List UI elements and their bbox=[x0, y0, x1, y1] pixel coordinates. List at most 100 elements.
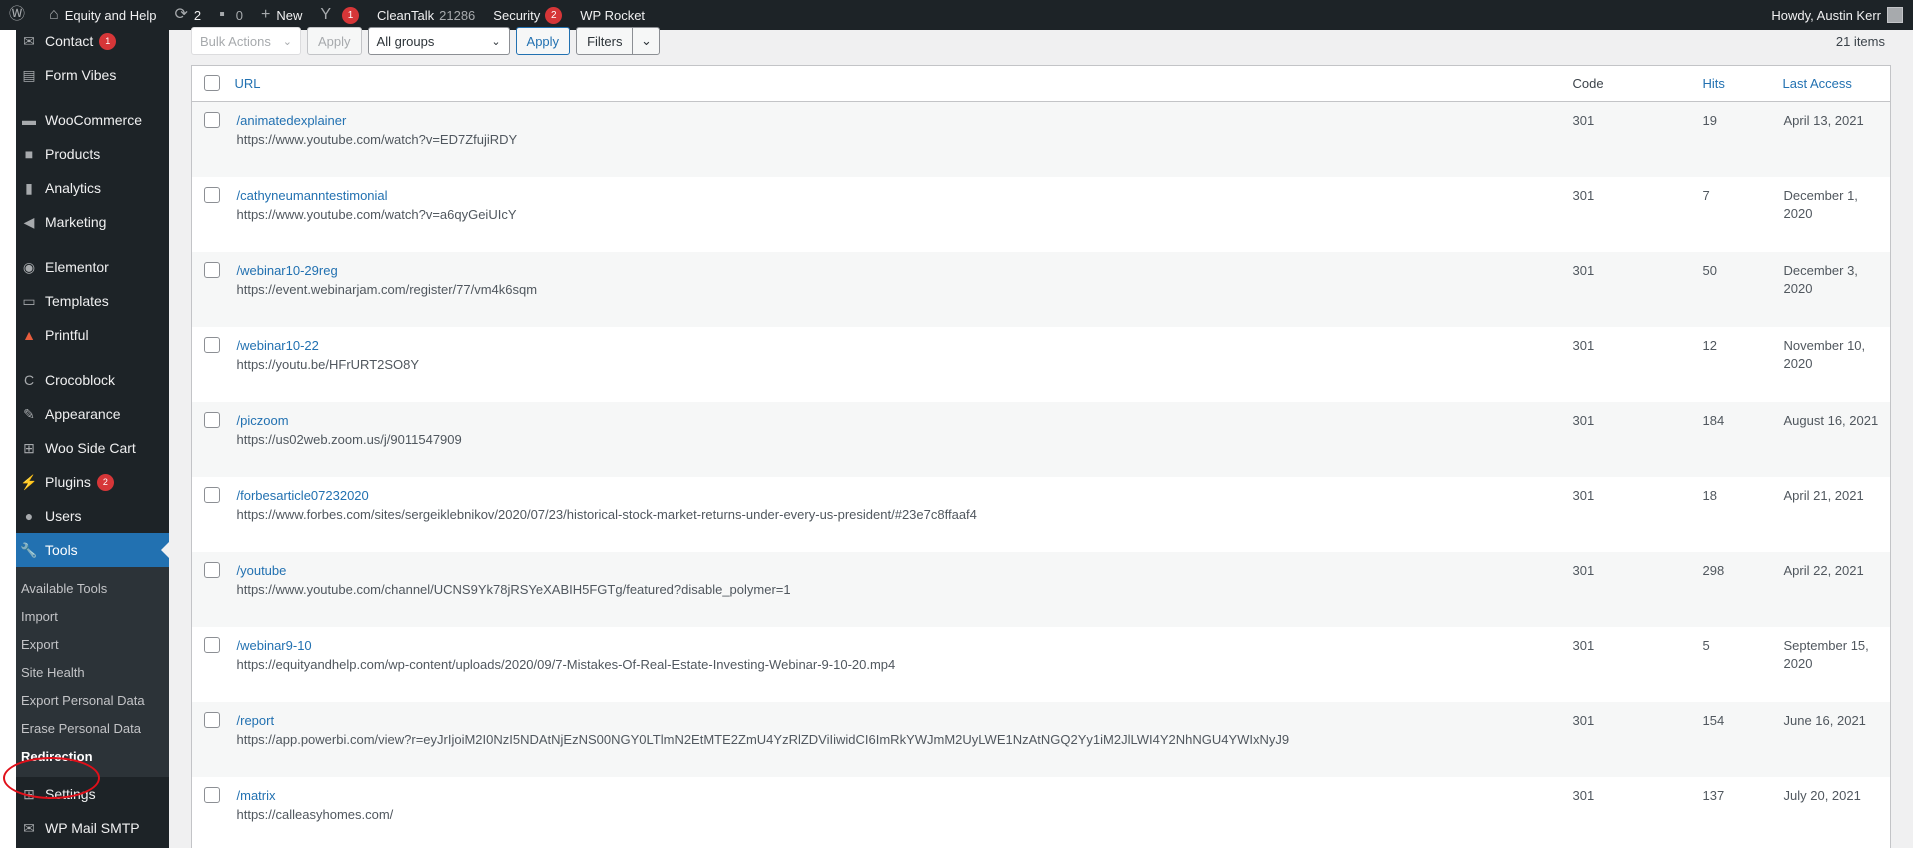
printful-icon: ▲ bbox=[22, 327, 36, 343]
paintbrush-icon: ✎ bbox=[23, 405, 35, 422]
sidebar-item-users[interactable]: ● Users bbox=[16, 499, 169, 533]
row-checkbox[interactable] bbox=[204, 636, 220, 653]
sidebar-item-tools[interactable]: 🔧 Tools bbox=[16, 533, 169, 567]
table-row: /matrix https://calleasyhomes.com/301 137 J… bbox=[192, 777, 1891, 848]
row-url-cell: /piczoom https://us02web.zoom.us/j/901154… bbox=[232, 402, 1563, 477]
bulk-actions-select[interactable]: Bulk Actions ⌄ bbox=[191, 27, 301, 55]
target-url: https://equityandhelp.com/wp-content/upl… bbox=[236, 656, 896, 672]
table-row: /youtube https://www.youtube.com/channel/… bbox=[191, 551, 1891, 627]
source-url-link[interactable]: /cathyneumanntestimonial bbox=[237, 187, 1563, 205]
submenu-site-health[interactable]: Site Health bbox=[16, 659, 169, 687]
column-hits[interactable]: Hits bbox=[1692, 65, 1773, 102]
comments-link[interactable]: ▪ 0 bbox=[210, 0, 252, 30]
new-content-link[interactable]: + New bbox=[252, 0, 311, 30]
row-url-cell: /webinar10-29reg https://event.webinarjam… bbox=[232, 252, 1563, 327]
submenu-available-tools[interactable]: Available Tools bbox=[16, 575, 169, 603]
source-url-link[interactable]: /report bbox=[237, 712, 1563, 730]
sidebar-item-form-vibes[interactable]: ▤ Form Vibes bbox=[16, 58, 169, 92]
target-url: https://app.powerbi.com/view?r=eyJrIjoiM… bbox=[236, 731, 1290, 747]
mail-smtp-icon: ✉ bbox=[23, 819, 35, 836]
sidebar-item-elementor[interactable]: ◉ Elementor bbox=[16, 250, 169, 284]
row-last-access: April 22, 2021 bbox=[1783, 562, 1864, 578]
row-checkbox[interactable] bbox=[204, 711, 220, 728]
sidebar-item-woo-side-cart[interactable]: ⊞ Woo Side Cart bbox=[16, 431, 169, 465]
column-last-access[interactable]: Last Access bbox=[1772, 65, 1891, 102]
sidebar-item-marketing[interactable]: ◀ Marketing bbox=[16, 205, 169, 239]
target-url: https://calleasyhomes.com/ bbox=[236, 806, 394, 822]
source-url-link[interactable]: /forbesarticle07232020 bbox=[237, 487, 1563, 505]
row-checkbox[interactable] bbox=[204, 786, 220, 803]
sidebar-item-appearance[interactable]: ✎ Appearance bbox=[16, 397, 169, 431]
filters-button[interactable]: Filters bbox=[577, 28, 634, 54]
row-checkbox[interactable] bbox=[204, 336, 220, 353]
row-last-access: April 21, 2021 bbox=[1783, 487, 1864, 503]
submenu-export[interactable]: Export bbox=[16, 631, 169, 659]
row-last-access: June 16, 2021 bbox=[1783, 712, 1866, 728]
chevron-down-icon[interactable]: ⌄ bbox=[633, 28, 659, 54]
submenu-import[interactable]: Import bbox=[16, 603, 169, 631]
source-url-link[interactable]: /matrix bbox=[237, 787, 1563, 805]
row-code: 301 bbox=[1572, 262, 1595, 278]
row-checkbox[interactable] bbox=[204, 486, 220, 503]
source-url-link[interactable]: /webinar10-22 bbox=[237, 337, 1563, 355]
source-url-link[interactable]: /webinar10-29reg bbox=[237, 262, 1563, 280]
yoast-link[interactable]: Y1 bbox=[311, 0, 368, 30]
sidebar-item-products[interactable]: ■ Products bbox=[16, 137, 169, 171]
row-code: 301 bbox=[1572, 187, 1595, 203]
sidebar-item-printful[interactable]: ▲ Printful bbox=[16, 318, 169, 352]
row-code: 301 bbox=[1572, 562, 1595, 578]
bulk-apply-button[interactable]: Apply bbox=[307, 27, 362, 55]
sidebar-item-analytics[interactable]: ▮ Analytics bbox=[16, 171, 169, 205]
row-url-cell: /cathyneumanntestimonial https://www.yout… bbox=[232, 177, 1563, 252]
row-url-cell: /matrix https://calleasyhomes.com/ bbox=[232, 777, 1563, 848]
row-checkbox[interactable] bbox=[204, 112, 220, 128]
row-checkbox-cell bbox=[192, 327, 232, 402]
submenu-erase-personal-data[interactable]: Erase Personal Data bbox=[16, 715, 169, 743]
sidebar-item-wp-mail-smtp[interactable]: ✉ WP Mail SMTP bbox=[16, 811, 169, 845]
megaphone-icon: ◀ bbox=[23, 213, 35, 230]
row-checkbox[interactable] bbox=[204, 411, 220, 428]
account-menu[interactable]: Howdy, Austin Kerr bbox=[1771, 7, 1913, 23]
sidebar-item-contact[interactable]: ✉ Contact 1 bbox=[16, 24, 169, 58]
sidebar-item-crocoblock[interactable]: C Crocoblock bbox=[16, 363, 169, 397]
security-badge: 2 bbox=[545, 6, 563, 24]
row-code: 301 bbox=[1572, 637, 1595, 653]
comment-icon: ▪ bbox=[219, 6, 225, 23]
row-checkbox[interactable] bbox=[204, 561, 220, 578]
row-last-access: September 15, 2020 bbox=[1783, 637, 1869, 671]
cleantalk-link[interactable]: CleanTalk 21286 bbox=[368, 0, 484, 30]
column-code: Code bbox=[1562, 65, 1693, 102]
sidebar-item-plugins[interactable]: ⚡ Plugins 2 bbox=[16, 465, 169, 499]
row-last-access: July 20, 2021 bbox=[1783, 787, 1861, 803]
products-icon: ■ bbox=[24, 146, 34, 162]
wordpress-icon: Ⓦ bbox=[9, 6, 26, 23]
source-url-link[interactable]: /animatedexplainer bbox=[237, 112, 1563, 130]
updates-link[interactable]: ⟳ 2 bbox=[165, 0, 210, 30]
select-all-checkbox[interactable] bbox=[204, 75, 220, 91]
wp-rocket-link[interactable]: WP Rocket bbox=[571, 0, 654, 30]
row-checkbox[interactable] bbox=[204, 186, 220, 203]
submenu-export-personal-data[interactable]: Export Personal Data bbox=[16, 687, 169, 715]
target-url: https://event.webinarjam.com/register/77… bbox=[236, 281, 538, 297]
sidebar-item-templates[interactable]: ▭ Templates bbox=[16, 284, 169, 318]
tablenav-top: Bulk Actions ⌄ Apply All groups ⌄ Apply Fi… bbox=[191, 27, 661, 55]
source-url-link[interactable]: /webinar9-10 bbox=[237, 637, 1563, 655]
sidebar-item-woocommerce[interactable]: ▬ WooCommerce bbox=[16, 103, 169, 137]
target-url: https://www.forbes.com/sites/sergeiklebn… bbox=[236, 506, 977, 522]
security-link[interactable]: Security 2 bbox=[484, 0, 571, 30]
source-url-link[interactable]: /youtube bbox=[237, 562, 1563, 580]
row-hits: 137 bbox=[1702, 787, 1725, 803]
target-url: https://www.youtube.com/watch?v=ED7Zfuji… bbox=[236, 132, 518, 147]
target-url: https://www.youtube.com/channel/UCNS9Yk7… bbox=[236, 581, 791, 597]
source-url-link[interactable]: /piczoom bbox=[237, 412, 1563, 430]
table-row: /report https://app.powerbi.com/view?r=ey… bbox=[191, 701, 1891, 777]
group-apply-button[interactable]: Apply bbox=[515, 27, 571, 55]
yoast-icon: Y bbox=[320, 6, 332, 23]
filters-control[interactable]: Filters ⌄ bbox=[576, 27, 661, 55]
column-url[interactable]: URL bbox=[231, 65, 1563, 102]
elementor-icon: ◉ bbox=[22, 258, 36, 275]
plus-icon: + bbox=[261, 6, 271, 23]
row-checkbox-cell bbox=[192, 627, 232, 702]
row-checkbox[interactable] bbox=[204, 261, 220, 278]
group-filter-select[interactable]: All groups ⌄ bbox=[367, 27, 510, 55]
